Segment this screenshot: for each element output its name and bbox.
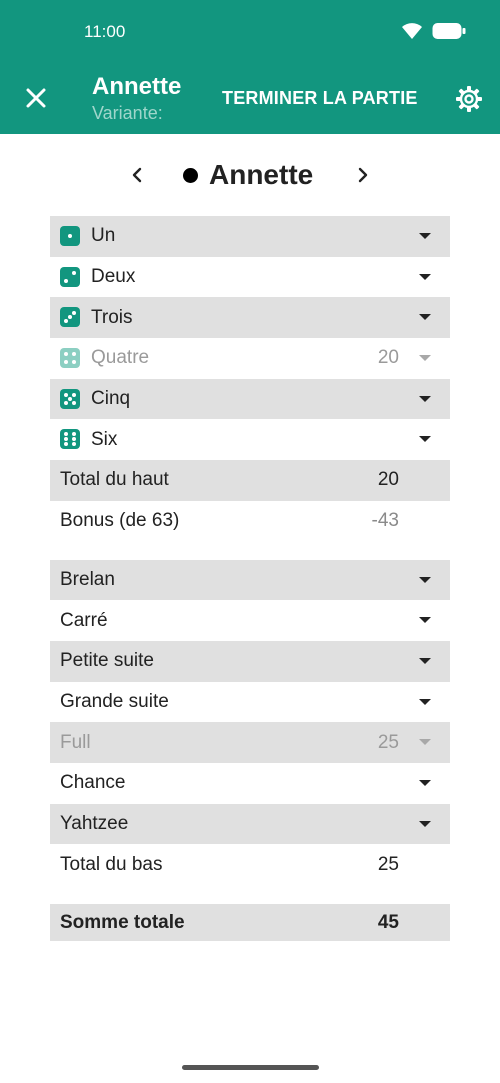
upper-total-value: 20 [377, 469, 399, 491]
game-title: Annette [92, 73, 182, 100]
settings-button[interactable] [455, 85, 483, 113]
dropdown-caret-icon [419, 355, 431, 362]
score-row-yahtzee[interactable]: Yahtzee [50, 803, 450, 845]
dropdown-caret-icon [419, 698, 431, 705]
title-block: Annette Variante: [92, 73, 202, 124]
score-row-trois[interactable]: Trois [50, 297, 450, 339]
bonus-value: -43 [371, 510, 399, 532]
die-five-icon [60, 388, 80, 409]
die-three-icon [60, 307, 80, 328]
dropdown-caret-icon [419, 617, 431, 624]
score-sheet: Un Deux Trois Quatre 20 Cinq Six Total d… [50, 216, 450, 941]
grand-total-row: Somme totale 45 [50, 904, 450, 941]
dropdown-caret-icon [419, 436, 431, 443]
score-row-petite-suite[interactable]: Petite suite [50, 640, 450, 682]
row-label: Carré [60, 609, 108, 631]
score-row-carre[interactable]: Carré [50, 600, 450, 641]
score-row-chance[interactable]: Chance [50, 763, 450, 804]
dropdown-caret-icon [419, 314, 431, 321]
close-button[interactable] [20, 82, 52, 114]
score-row-deux[interactable]: Deux [50, 257, 450, 298]
battery-icon [432, 23, 466, 39]
score-row-un[interactable]: Un [50, 216, 450, 257]
chevron-left-icon [132, 167, 142, 183]
row-label: Petite suite [60, 650, 154, 672]
end-game-button[interactable]: TERMINER LA PARTIE [222, 88, 418, 109]
dropdown-caret-icon [419, 779, 431, 786]
die-two-icon [60, 266, 80, 287]
player-color-dot [183, 168, 198, 183]
row-label: Grande suite [60, 690, 169, 712]
dropdown-caret-icon [419, 395, 431, 402]
status-icons [401, 22, 466, 40]
lower-total-value: 25 [377, 853, 399, 875]
variant-subtitle: Variante: [92, 103, 163, 123]
close-icon [26, 88, 46, 108]
dropdown-caret-icon [419, 576, 431, 583]
bonus-label: Bonus (de 63) [60, 510, 180, 532]
dropdown-caret-icon [419, 233, 431, 239]
row-label: Cinq [91, 388, 131, 410]
score-row-cinq[interactable]: Cinq [50, 378, 450, 420]
row-label: Yahtzee [60, 812, 129, 834]
score-row-grande-suite[interactable]: Grande suite [50, 682, 450, 723]
die-one-icon [60, 226, 80, 246]
dropdown-caret-icon [419, 820, 431, 827]
die-six-icon [60, 429, 80, 450]
score-row-full[interactable]: Full 25 [50, 722, 450, 763]
row-label: Quatre [91, 347, 150, 369]
home-indicator[interactable] [182, 1065, 319, 1070]
row-value: 25 [377, 731, 399, 753]
row-label: Full [60, 731, 91, 753]
wifi-icon [402, 23, 422, 39]
gear-icon [456, 86, 482, 112]
grand-total-label: Somme totale [60, 911, 185, 933]
grand-total-value: 45 [377, 911, 399, 933]
dropdown-caret-icon [419, 273, 431, 280]
row-label: Trois [91, 306, 133, 328]
chevron-right-icon [358, 167, 368, 183]
upper-total-label: Total du haut [60, 469, 169, 491]
lower-total-row: Total du bas 25 [50, 844, 450, 885]
dropdown-caret-icon [419, 739, 431, 746]
app-bar: 11:00 Annette Variante: TERMINER LA PART… [0, 0, 500, 134]
next-player-button[interactable] [350, 162, 376, 188]
row-label: Deux [91, 266, 136, 288]
score-row-brelan[interactable]: Brelan [50, 559, 450, 601]
score-row-six[interactable]: Six [50, 419, 450, 460]
row-label: Un [91, 225, 116, 247]
dropdown-caret-icon [419, 657, 431, 664]
player-switcher: Annette [0, 150, 500, 202]
lower-total-label: Total du bas [60, 853, 163, 875]
row-label: Six [91, 428, 118, 450]
upper-total-row: Total du haut 20 [50, 460, 450, 501]
previous-player-button[interactable] [124, 162, 150, 188]
row-value: 20 [377, 347, 399, 369]
die-four-icon [60, 348, 80, 369]
row-label: Brelan [60, 568, 115, 590]
status-time: 11:00 [84, 22, 126, 41]
bonus-row: Bonus (de 63) -43 [50, 501, 450, 542]
player-name: Annette [209, 159, 314, 190]
score-row-quatre[interactable]: Quatre 20 [50, 338, 450, 379]
row-label: Chance [60, 772, 126, 794]
